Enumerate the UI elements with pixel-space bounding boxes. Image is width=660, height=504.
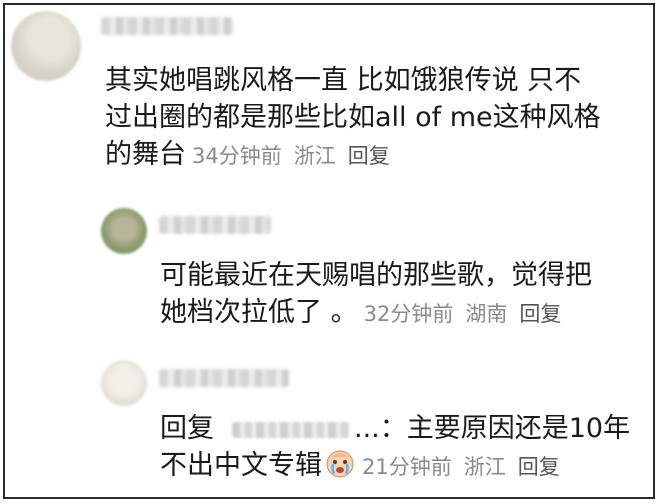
reply-button[interactable]: 回复 <box>348 144 390 168</box>
timestamp: 32分钟前 <box>363 302 454 326</box>
avatar[interactable] <box>11 11 81 81</box>
username-blurred[interactable] <box>101 17 233 35</box>
username-blurred[interactable] <box>159 369 289 387</box>
comment-line: ...：主要原因还是10年 <box>354 413 631 444</box>
timestamp: 34分钟前 <box>192 144 282 168</box>
location: 浙江 <box>463 455 506 479</box>
reply-button[interactable]: 回复 <box>518 455 560 479</box>
comment-meta: 21分钟前 浙江 回复 <box>362 455 560 479</box>
comment-line-with-meta: 不出中文专辑 21分钟前 浙江 回复 <box>160 447 630 486</box>
comment-line: 不出中文专辑 <box>160 450 322 481</box>
comment-line-with-meta: 她档次拉低了 。 32分钟前 湖南 回复 <box>160 294 592 333</box>
comment-line: 的舞台 <box>105 139 186 170</box>
comment-line: 可能最近在天赐唱的那些歌，觉得把 <box>160 260 592 291</box>
avatar[interactable] <box>101 360 147 406</box>
comment-line: 她档次拉低了 。 <box>160 297 358 328</box>
comment-text: 回复 ...：主要原因还是10年 不出中文专辑 21分钟前 浙江 回复 <box>160 410 630 486</box>
timestamp: 21分钟前 <box>362 455 452 479</box>
location: 浙江 <box>293 144 336 168</box>
comment-text: 可能最近在天赐唱的那些歌，觉得把 她档次拉低了 。 32分钟前 湖南 回复 <box>160 257 592 333</box>
location: 湖南 <box>465 302 508 326</box>
comment-meta: 32分钟前 湖南 回复 <box>364 302 562 326</box>
comment-line-with-meta: 的舞台 34分钟前 浙江 回复 <box>105 136 601 175</box>
crying-face-emoji-icon <box>326 450 354 478</box>
comment-line: 过出圈的都是那些比如all of me这种风格 <box>105 102 601 133</box>
mention-blurred[interactable] <box>232 421 350 438</box>
comment-line-with-mention: 回复 ...：主要原因还是10年 <box>160 410 630 447</box>
reply-prefix: 回复 <box>160 413 214 444</box>
comment-text: 其实她唱跳风格一直 比如饿狼传说 只不 过出圈的都是那些比如all of me这… <box>105 62 601 175</box>
reply-button[interactable]: 回复 <box>519 302 561 326</box>
avatar[interactable] <box>101 208 147 254</box>
username-blurred[interactable] <box>159 216 271 234</box>
comment-panel: 其实她唱跳风格一直 比如饿狼传说 只不 过出圈的都是那些比如all of me这… <box>3 3 655 499</box>
comment-line: 其实她唱跳风格一直 比如饿狼传说 只不 <box>105 65 582 96</box>
comment-meta: 34分钟前 浙江 回复 <box>192 144 390 168</box>
